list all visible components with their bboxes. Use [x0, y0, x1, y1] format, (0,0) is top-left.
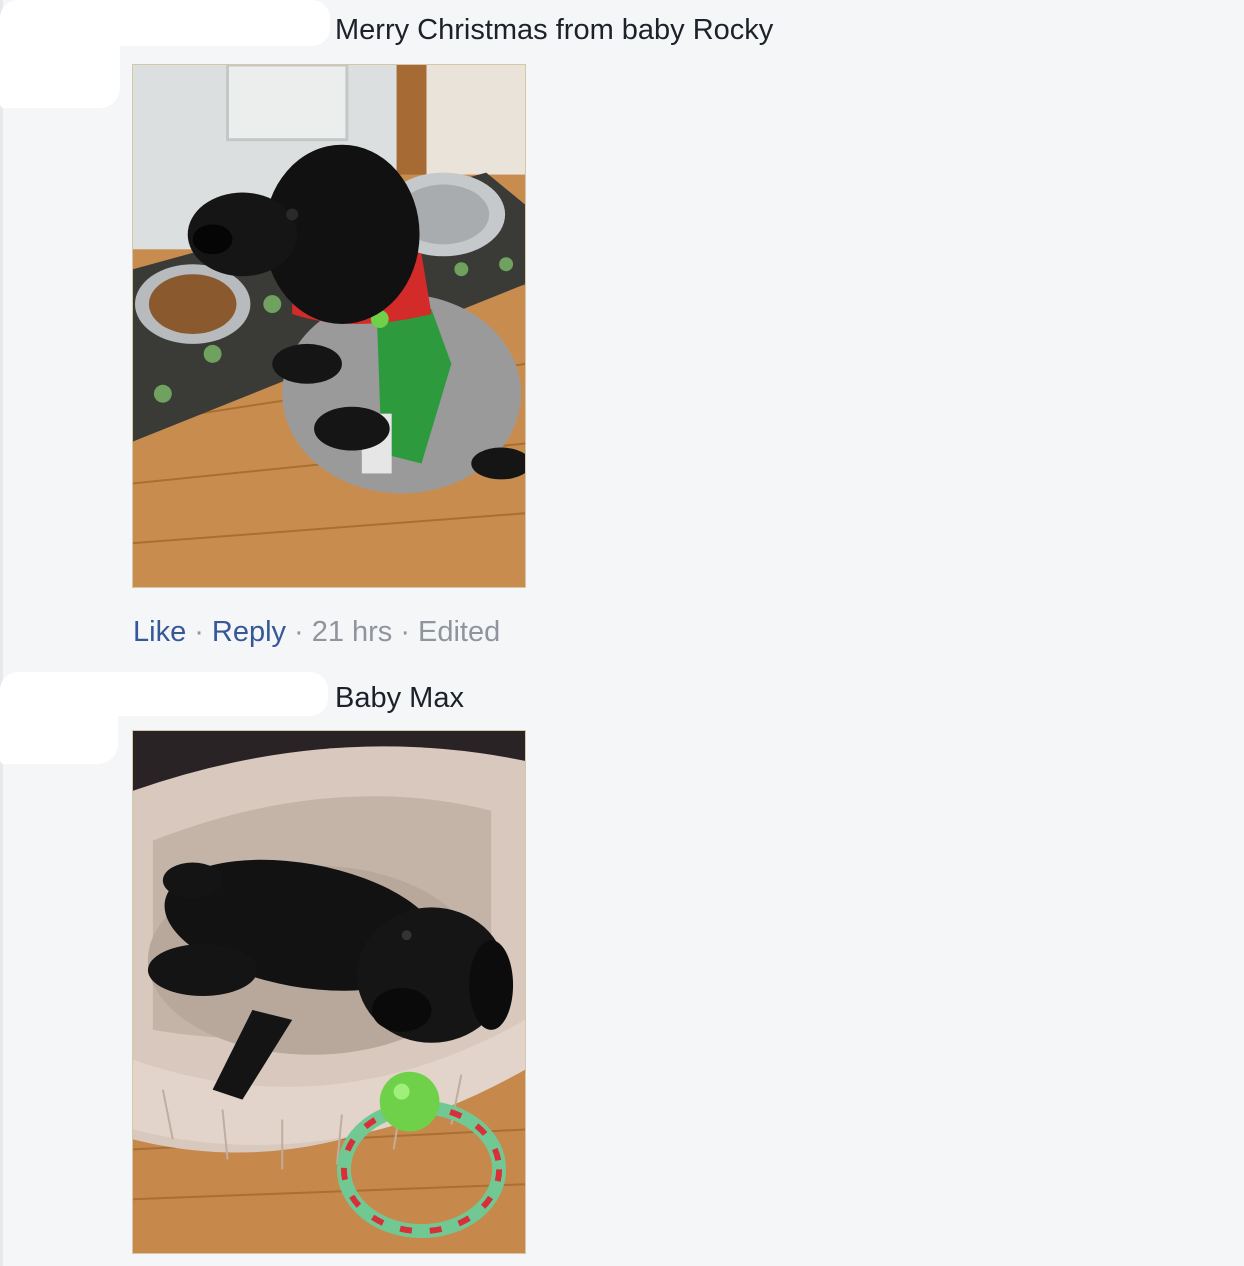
comment-photo[interactable]: [132, 730, 526, 1254]
separator: ·: [294, 616, 304, 648]
reply-link[interactable]: Reply: [212, 616, 286, 648]
puppy-bed-photo: [133, 731, 525, 1253]
edited-label[interactable]: Edited: [418, 616, 500, 648]
redacted-avatar: [0, 20, 120, 108]
redacted-avatar: [0, 680, 118, 764]
timestamp[interactable]: 21 hrs: [312, 616, 393, 648]
separator: ·: [400, 616, 410, 648]
like-link[interactable]: Like: [133, 616, 186, 648]
comment-actions: Like · Reply · 21 hrs · Edited: [133, 618, 500, 647]
thread-rail: [0, 0, 3, 1266]
comment-photo[interactable]: [132, 64, 526, 588]
comment-text: Merry Christmas from baby Rocky: [335, 14, 774, 46]
comment-text: Baby Max: [335, 682, 464, 714]
separator: ·: [194, 616, 204, 648]
puppy-sweater-photo: [133, 65, 525, 587]
